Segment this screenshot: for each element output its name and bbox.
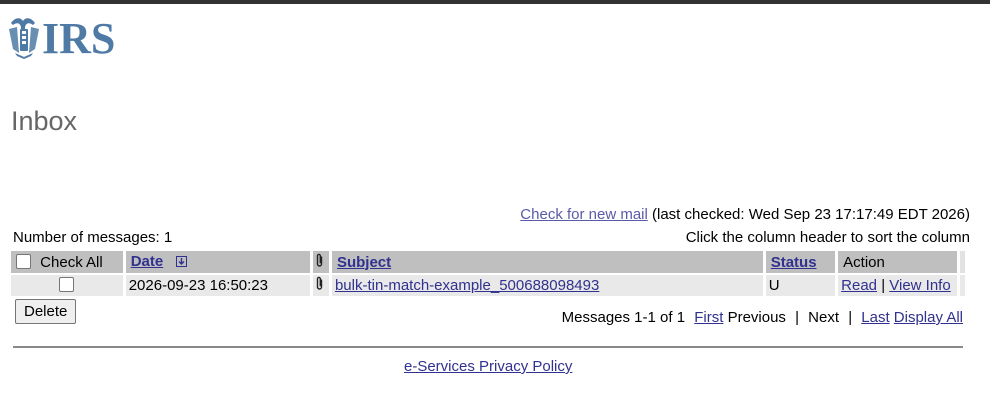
row-spacer <box>959 275 965 296</box>
sort-hint: Click the column header to sort the colu… <box>685 229 970 246</box>
pager-separator: | <box>795 309 799 326</box>
row-subject-cell: bulk-tin-match-example_500688098493 <box>331 275 763 296</box>
attachment-header <box>312 251 329 273</box>
read-link[interactable]: Read <box>841 277 877 294</box>
pager-last-link[interactable]: Last <box>861 309 889 326</box>
check-all-label: Check All <box>40 253 103 271</box>
sort-icon[interactable] <box>176 254 188 271</box>
header-spacer <box>959 251 965 273</box>
divider <box>13 346 963 348</box>
row-attachment-cell <box>312 275 329 296</box>
action-header: Action <box>838 251 957 273</box>
subject-header: Subject <box>331 251 763 273</box>
paperclip-icon <box>315 276 324 295</box>
pager-next: Next <box>808 309 840 326</box>
inbox-table: Check All Date Subject Status Action 202… <box>8 249 968 298</box>
subject-sort-link[interactable]: Subject <box>337 254 391 271</box>
action-separator: | <box>881 277 886 294</box>
display-all-link[interactable]: Display All <box>894 309 963 326</box>
delete-button[interactable]: Delete <box>15 299 77 324</box>
table-header-row: Check All Date Subject Status Action <box>11 251 965 273</box>
row-date: 2026-09-23 16:50:23 <box>125 275 310 296</box>
row-subject-link[interactable]: bulk-tin-match-example_500688098493 <box>335 277 599 294</box>
pagination: Messages 1-1 of 1 First Previous | Next … <box>562 309 963 326</box>
paperclip-icon <box>315 253 324 272</box>
pager-previous: Previous <box>727 309 786 326</box>
row-checkbox[interactable] <box>59 277 75 292</box>
status-sort-link[interactable]: Status <box>771 254 817 271</box>
date-header: Date <box>125 251 310 273</box>
row-status: U <box>765 275 836 296</box>
check-mail-line: Check for new mail (last checked: Wed Se… <box>520 206 970 223</box>
top-bar <box>0 0 990 4</box>
check-all-header: Check All <box>11 251 123 273</box>
view-info-link[interactable]: View Info <box>889 277 950 294</box>
page-title: Inbox <box>11 106 78 136</box>
status-header: Status <box>765 251 836 273</box>
last-checked-text: (last checked: Wed Sep 23 17:17:49 EDT 2… <box>652 206 970 223</box>
pager-first-link[interactable]: First <box>694 309 723 326</box>
irs-logo: IRS <box>9 13 143 59</box>
table-row: 2026-09-23 16:50:23 bulk-tin-match-examp… <box>11 275 965 296</box>
row-select-cell <box>11 275 123 296</box>
row-actions: Read | View Info <box>838 275 957 296</box>
message-count: Number of messages: 1 <box>13 229 173 246</box>
irs-logo-text: IRS <box>42 14 115 59</box>
check-all-checkbox[interactable] <box>16 253 31 269</box>
pager-range: Messages 1-1 of 1 <box>561 309 686 326</box>
date-sort-link[interactable]: Date <box>131 253 164 270</box>
check-new-mail-link[interactable]: Check for new mail <box>520 206 648 223</box>
privacy-policy-link[interactable]: e-Services Privacy Policy <box>404 358 572 375</box>
pager-separator: | <box>848 309 853 326</box>
